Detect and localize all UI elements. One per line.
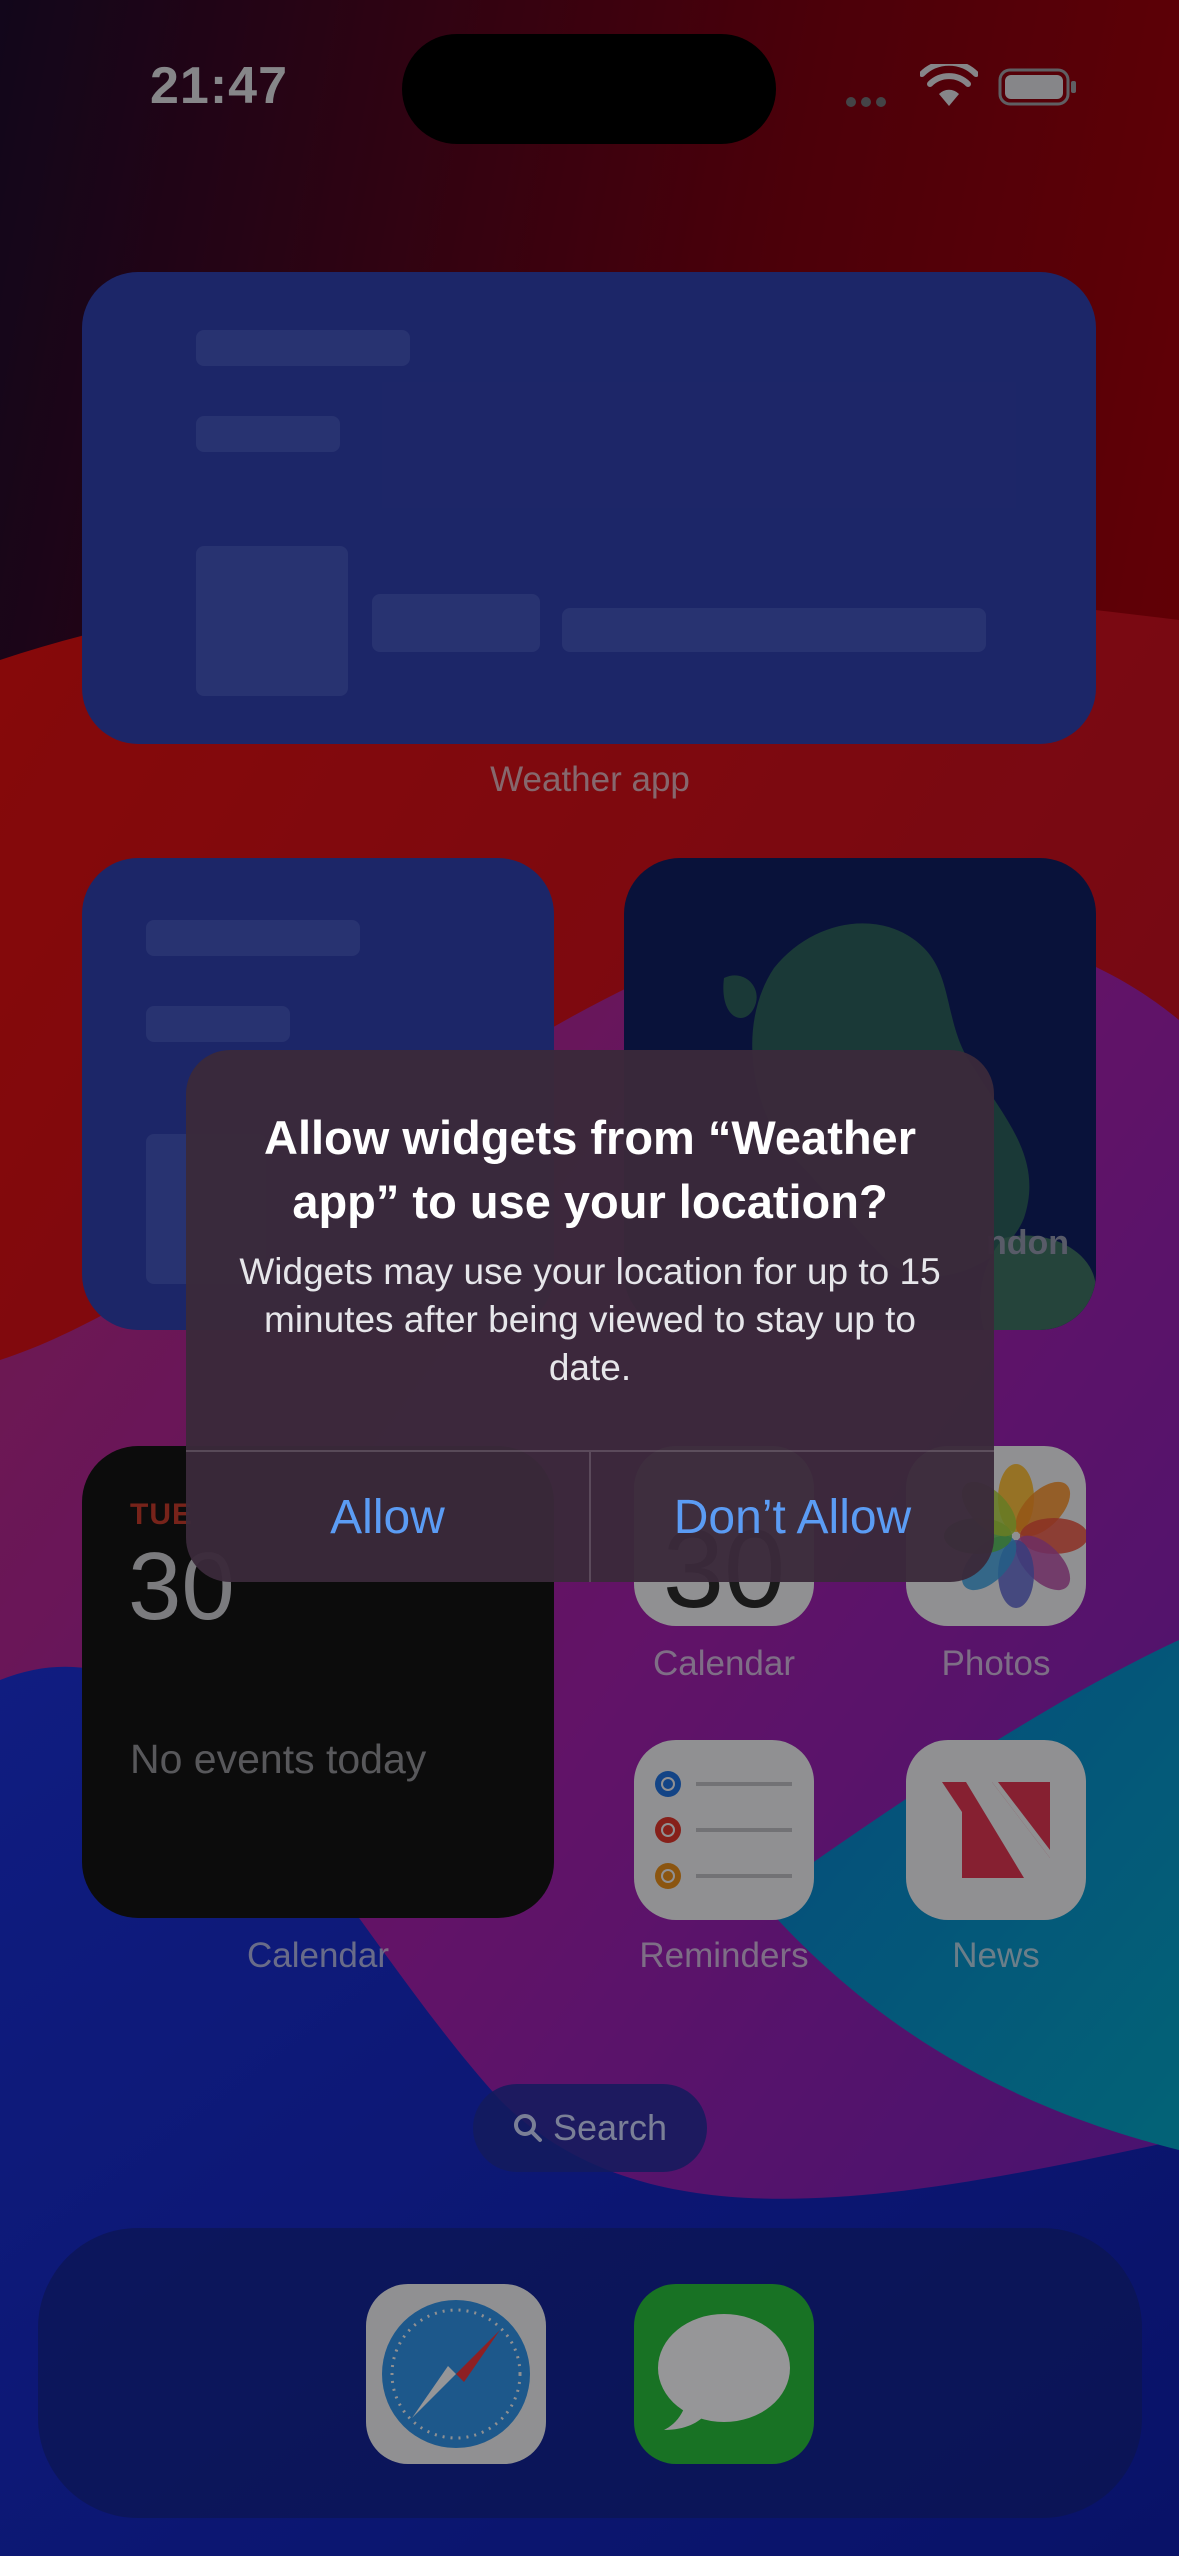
dont-allow-button[interactable]: Don’t Allow — [591, 1452, 994, 1582]
location-permission-alert: Allow widgets from “Weather app” to use … — [186, 1050, 994, 1582]
alert-title: Allow widgets from “Weather app” to use … — [264, 1111, 916, 1228]
alert-message: Widgets may use your location for up to … — [239, 1251, 941, 1388]
allow-button[interactable]: Allow — [186, 1452, 589, 1582]
